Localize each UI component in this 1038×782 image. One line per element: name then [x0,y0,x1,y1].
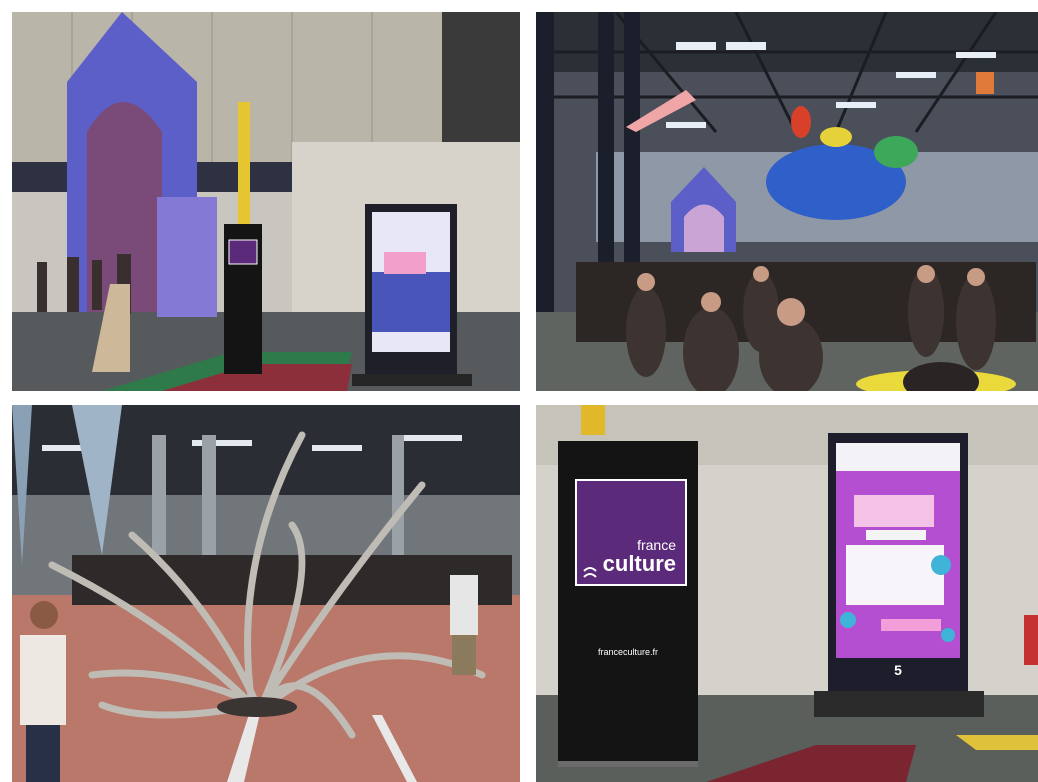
banner-url: franceculture.fr [598,647,658,657]
photo-branch-sculpture-scene [12,405,520,782]
banner-brand-line2: culture [603,551,676,576]
svg-text:5: 5 [894,662,902,678]
photo-crowd-hall [536,12,1038,391]
photo-warehouse-entrance-scene [12,12,520,391]
photo-crowd-hall-scene [536,12,1038,391]
photo-warehouse-entrance [12,12,520,391]
photo-france-culture-banner-scene: france culture franceculture.fr 5 [536,405,1038,782]
photo-france-culture-banner: france culture franceculture.fr 5 [536,405,1038,782]
photo-branch-sculpture [12,405,520,782]
